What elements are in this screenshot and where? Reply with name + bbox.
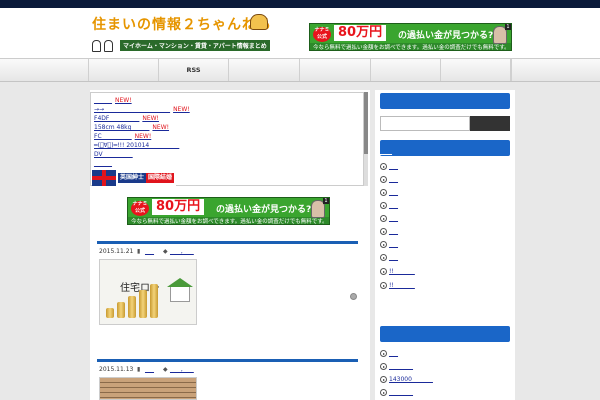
site-logo[interactable]: 住まいの情報２ちゃんねる マイホーム・マンション・賃貸・アパート情報まとめ — [92, 14, 272, 54]
arrow-bullet-icon — [380, 176, 387, 183]
logo-subtitle: マイホーム・マンション・賃貸・アパート情報まとめ — [120, 40, 270, 51]
arrow-bullet-icon — [380, 389, 387, 396]
scrollbar-thumb[interactable] — [364, 92, 368, 154]
latest-link[interactable]: DV__________ — [94, 151, 133, 158]
building-image — [100, 378, 196, 399]
nav-item-rss[interactable]: RSS — [158, 59, 228, 81]
arrow-bullet-icon — [380, 254, 387, 261]
post-divider — [97, 359, 358, 362]
sidebar-item[interactable]: ________ — [380, 363, 413, 372]
arrow-bullet-icon — [380, 376, 387, 383]
arrow-bullet-icon — [380, 282, 387, 289]
logo-title: 住まいの情報２ちゃんねる — [92, 17, 272, 33]
sidebar-item[interactable]: ___ — [380, 215, 398, 224]
sidebar-item[interactable]: ________ — [380, 389, 413, 398]
tag-icon: ◆ — [163, 366, 168, 373]
ad-subtext: 今なら無料で過払い金額をお調べできます。過払い金の調査だけでも無料です。 — [313, 45, 510, 51]
nav-item-3[interactable] — [228, 59, 299, 81]
post-date: 2015.11.21 — [99, 248, 134, 255]
house-icon — [167, 278, 193, 302]
sidebar-item[interactable]: 143000_______ — [380, 376, 433, 385]
sidebar-heading-link[interactable]: ____ — [380, 148, 392, 157]
post-date: 2015.11.13 — [99, 366, 134, 373]
ad-badge: 1 — [323, 198, 329, 204]
latest-link[interactable]: ━(ﾟ∀ﾟ)━!!! 201014__________ — [94, 142, 179, 149]
search-button[interactable] — [470, 116, 510, 131]
ad-badge: 1 — [505, 24, 511, 30]
ad-amount: 80万円 — [334, 25, 387, 41]
sidebar-item[interactable]: ___ — [380, 163, 398, 172]
arrow-bullet-icon — [380, 241, 387, 248]
flag-label-2: 国際結婚 — [146, 173, 175, 183]
union-jack-icon — [92, 170, 116, 186]
arrow-bullet-icon — [380, 163, 387, 170]
ad-tag: ナナミ公式 — [313, 27, 331, 42]
arrow-bullet-icon — [380, 363, 387, 370]
nav-item-4[interactable] — [299, 59, 370, 81]
arrow-bullet-icon — [380, 350, 387, 357]
post-thumbnail[interactable]: 住宅ロー — [99, 259, 197, 325]
arrow-bullet-icon — [380, 215, 387, 222]
latest-link[interactable]: FC__________ NEW! — [94, 133, 151, 140]
tag-icon: ◆ — [163, 248, 168, 255]
sidebar-item[interactable]: ___ — [380, 176, 398, 185]
content-ad-banner[interactable]: ナナミ公式 80万円 の過払い金が見つかる?! 今なら無料で過払い金額をお調べで… — [127, 197, 330, 225]
sidebar-item[interactable]: ___ — [380, 202, 398, 211]
post-tags[interactable]: ___ , ___ — [170, 248, 194, 255]
ad-amount: 80万円 — [152, 199, 205, 215]
site-header: 住まいの情報２ちゃんねる マイホーム・マンション・賃貸・アパート情報まとめ ナナ… — [0, 8, 600, 58]
ad-tag: ナナミ公式 — [131, 201, 149, 216]
sidebar-item[interactable]: ___ — [380, 241, 398, 250]
folder-icon: ▮ — [137, 366, 141, 373]
sidebar-item[interactable]: ___ — [380, 228, 398, 237]
flag-banner-image[interactable]: 英国紳士 国際結婚 — [92, 170, 176, 186]
nav-item-1[interactable] — [88, 59, 158, 81]
post-category[interactable]: ___ — [145, 366, 154, 373]
folder-icon: ▮ — [137, 248, 141, 255]
post-thumbnail[interactable] — [99, 377, 197, 400]
sidebar-item[interactable]: !!_______ — [380, 268, 415, 277]
nav-divider — [510, 59, 512, 81]
latest-link[interactable]: F4DF__________ NEW! — [94, 115, 159, 122]
ad-headline: の過払い金が見つかる?! — [398, 31, 498, 41]
sidebar-item[interactable]: !!_______ — [380, 282, 415, 291]
arrow-bullet-icon — [380, 268, 387, 275]
ad-headline: の過払い金が見つかる?! — [216, 205, 316, 215]
nav-item-6[interactable] — [440, 59, 510, 81]
top-strip — [0, 0, 600, 8]
flag-label: 英国紳士 — [118, 173, 147, 183]
latest-link[interactable]: →→______________________ NEW! — [94, 106, 190, 113]
header-ad-banner[interactable]: ナナミ公式 80万円 の過払い金が見つかる?! 今なら無料で過払い金額をお調べで… — [309, 23, 512, 51]
sidebar-item[interactable]: ___ — [380, 350, 398, 359]
arrow-bullet-icon — [380, 189, 387, 196]
sidebar-item[interactable]: ___ — [380, 189, 398, 198]
global-nav: RSS — [0, 58, 600, 82]
sidebar-heading-categories — [380, 326, 510, 342]
latest-scrollbar[interactable] — [364, 92, 368, 186]
figures-icon — [92, 40, 116, 52]
post-divider — [97, 241, 358, 244]
post-tags[interactable]: ___ , ___ — [170, 366, 194, 373]
post-category[interactable]: ___ — [145, 248, 154, 255]
mascot-icon — [250, 14, 268, 30]
latest-link[interactable]: ______ — [94, 160, 112, 167]
latest-link[interactable]: ______ NEW! — [94, 97, 132, 104]
sidebar-heading-search — [380, 93, 510, 109]
ad-subtext: 今なら無料で過払い金額をお調べできます。過払い金の調査だけでも無料です。 — [131, 219, 328, 225]
sidebar-item[interactable]: ___ — [380, 254, 398, 263]
search-input[interactable] — [380, 116, 470, 131]
nav-item-5[interactable] — [370, 59, 440, 81]
arrow-bullet-icon — [380, 228, 387, 235]
sidebar-heading-recent — [380, 140, 510, 156]
read-more-icon[interactable] — [350, 293, 357, 300]
arrow-bullet-icon — [380, 202, 387, 209]
latest-link[interactable]: 158cm 48kg______ NEW! — [94, 124, 169, 131]
